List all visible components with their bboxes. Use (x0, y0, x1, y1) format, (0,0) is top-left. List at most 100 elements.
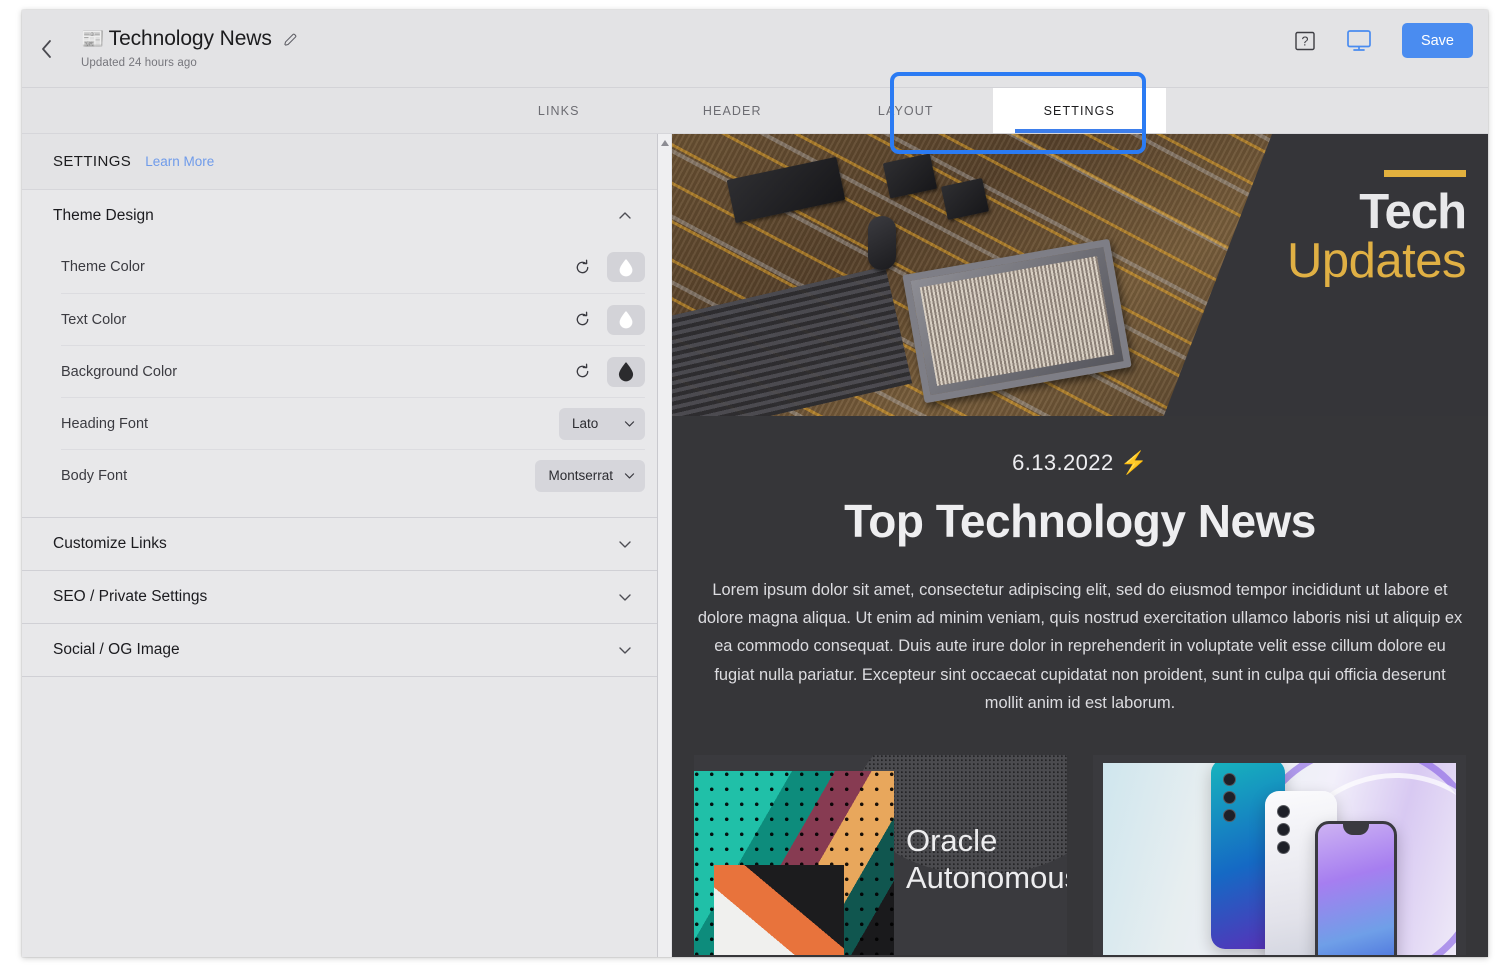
chevron-up-icon (617, 208, 633, 224)
reset-text-color-button[interactable] (574, 311, 591, 328)
row-theme-color: Theme Color (61, 241, 645, 293)
chevron-left-icon (41, 39, 53, 59)
chip-graphic (727, 157, 846, 223)
hero-text-block: Tech Updates (1287, 170, 1466, 288)
back-button[interactable] (32, 34, 62, 64)
section-customize-links-header[interactable]: Customize Links (22, 518, 657, 570)
section-title: Social / OG Image (53, 641, 180, 659)
heading-font-value: Lato (572, 416, 598, 431)
row-body-font: Body Font Montserrat (61, 449, 645, 501)
droplet-icon (617, 361, 635, 382)
section-seo-private-settings-header[interactable]: SEO / Private Settings (22, 571, 657, 623)
abstract-artwork-detail (714, 865, 844, 955)
learn-more-link[interactable]: Learn More (145, 154, 214, 169)
card-oracle[interactable]: Oracle Autonomous (694, 755, 1067, 955)
section-social-og-image: Social / OG Image (22, 624, 657, 677)
hero-title-line2: Updates (1287, 236, 1466, 288)
card-list: Oracle Autonomous (672, 717, 1488, 955)
hero-accent-bar (1384, 170, 1466, 177)
section-title: Theme Design (53, 207, 154, 225)
row-label: Body Font (61, 468, 535, 484)
page-title: Technology News (109, 27, 272, 51)
row-text-color: Text Color (61, 293, 645, 345)
background-color-swatch[interactable] (607, 357, 645, 387)
body-font-value: Montserrat (548, 468, 613, 483)
preview-page: Tech Updates 6.13.2022 ⚡ Top Technology … (672, 134, 1488, 957)
abstract-artwork-image (694, 771, 894, 955)
reset-theme-color-button[interactable] (574, 259, 591, 276)
section-seo-private-settings: SEO / Private Settings (22, 571, 657, 624)
chevron-down-icon (623, 469, 636, 482)
article-block: 6.13.2022 ⚡ Top Technology News Lorem ip… (672, 416, 1488, 717)
chevron-down-icon (617, 642, 633, 658)
chip-graphic (941, 178, 989, 220)
card-smartphones[interactable] (1093, 755, 1466, 955)
tab-links[interactable]: LINKS (472, 88, 646, 133)
newspaper-icon: 📰 (81, 30, 105, 49)
capacitor-graphic (868, 216, 896, 270)
theme-color-swatch[interactable] (607, 252, 645, 282)
sidebar-header: SETTINGS Learn More (22, 134, 657, 190)
camera-lens-icon (1277, 823, 1290, 836)
section-theme-design-header[interactable]: Theme Design (22, 190, 657, 241)
svg-text:?: ? (1301, 34, 1308, 48)
preview-scrollbar[interactable] (658, 134, 672, 957)
section-theme-design: Theme Design Theme Color (22, 190, 657, 518)
section-theme-design-body: Theme Color (22, 241, 657, 517)
desktop-preview-button[interactable] (1346, 29, 1372, 53)
camera-lens-icon (1223, 791, 1236, 804)
camera-lens-icon (1277, 805, 1290, 818)
preview-panel: Tech Updates 6.13.2022 ⚡ Top Technology … (658, 134, 1488, 957)
article-date: 6.13.2022 ⚡ (696, 450, 1464, 476)
heading-font-dropdown[interactable]: Lato (559, 408, 645, 440)
sidebar-title: SETTINGS (53, 153, 131, 170)
row-label: Text Color (61, 312, 574, 328)
document-title-block: 📰 Technology News Updated 24 hours ago (81, 24, 298, 69)
top-bar: 📰 Technology News Updated 24 hours ago ? (22, 10, 1488, 88)
tab-settings[interactable]: SETTINGS (993, 88, 1167, 133)
section-title: SEO / Private Settings (53, 588, 207, 606)
article-body: Lorem ipsum dolor sit amet, consectetur … (696, 576, 1464, 717)
updated-timestamp: Updated 24 hours ago (81, 57, 298, 69)
phone-notch (1343, 824, 1369, 835)
chip-graphic (883, 153, 937, 198)
save-button[interactable]: Save (1402, 23, 1473, 58)
camera-lens-icon (1223, 773, 1236, 786)
reset-icon (574, 363, 591, 380)
help-button[interactable]: ? (1294, 30, 1316, 52)
chevron-down-icon (617, 536, 633, 552)
section-customize-links: Customize Links (22, 518, 657, 571)
edit-title-button[interactable] (283, 32, 298, 47)
tab-bar: LINKS HEADER LAYOUT SETTINGS (22, 88, 1488, 134)
camera-lens-icon (1223, 809, 1236, 822)
settings-sidebar: SETTINGS Learn More Theme Design Theme C… (22, 134, 658, 957)
camera-lens-icon (1277, 841, 1290, 854)
reset-icon (574, 311, 591, 328)
row-background-color: Background Color (61, 345, 645, 397)
camera-lenses (1277, 805, 1290, 854)
section-social-og-image-header[interactable]: Social / OG Image (22, 624, 657, 676)
row-label: Theme Color (61, 259, 574, 275)
reset-background-color-button[interactable] (574, 363, 591, 380)
tab-header[interactable]: HEADER (646, 88, 820, 133)
socket-pins-graphic (920, 256, 1115, 386)
article-title: Top Technology News (696, 494, 1464, 548)
topbar-actions: ? Save (1294, 23, 1473, 58)
app-window: 📰 Technology News Updated 24 hours ago ? (22, 10, 1488, 957)
section-title: Customize Links (53, 535, 167, 553)
tab-layout[interactable]: LAYOUT (819, 88, 993, 133)
text-color-swatch[interactable] (607, 305, 645, 335)
body-font-dropdown[interactable]: Montserrat (535, 460, 645, 492)
reset-icon (574, 259, 591, 276)
question-mark-box-icon: ? (1294, 30, 1316, 52)
row-label: Background Color (61, 364, 574, 380)
smartphones-photo (1103, 763, 1456, 955)
chevron-down-icon (617, 589, 633, 605)
chevron-down-icon (623, 417, 636, 430)
pencil-icon (283, 32, 298, 47)
desktop-monitor-icon (1346, 29, 1372, 53)
row-heading-font: Heading Font Lato (61, 397, 645, 449)
camera-lenses (1223, 773, 1236, 822)
hero-title-line1: Tech (1287, 189, 1466, 236)
triangle-up-icon[interactable] (660, 138, 670, 148)
